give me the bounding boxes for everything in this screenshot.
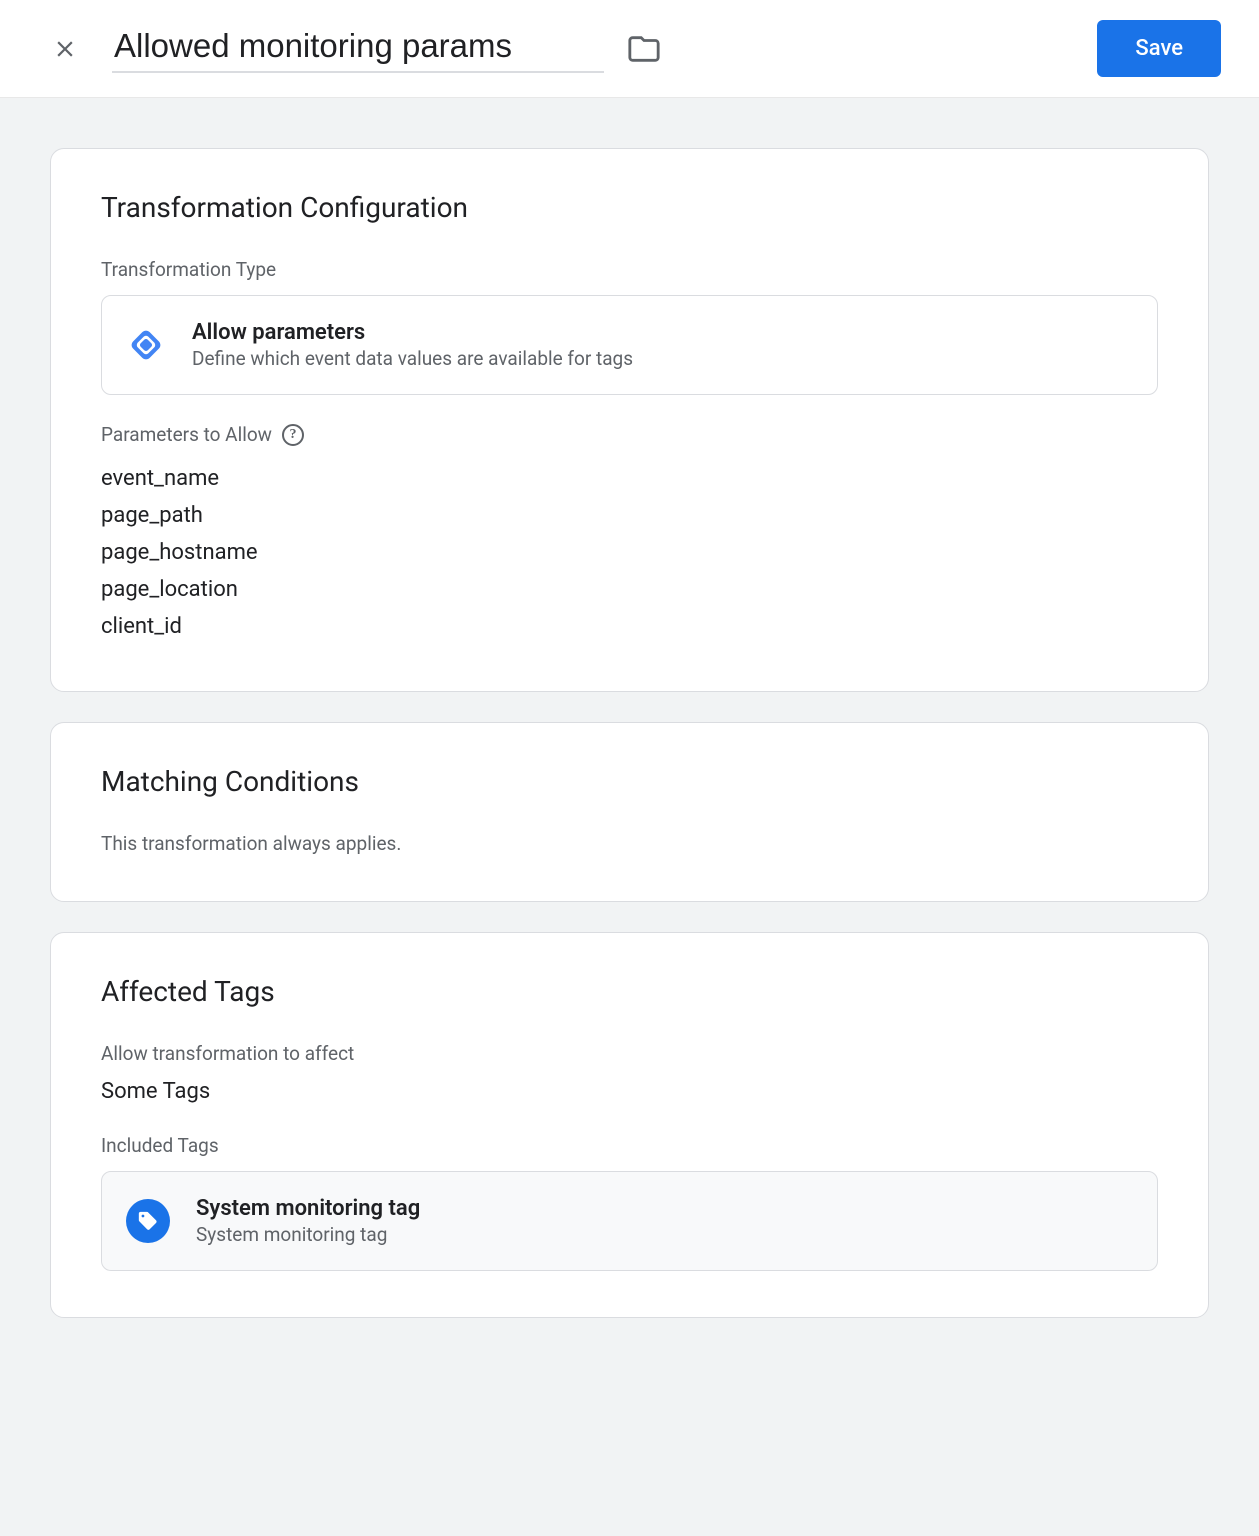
close-icon: [52, 36, 78, 62]
tag-icon: [137, 1210, 159, 1232]
affected-scope-label: Allow transformation to affect: [101, 1042, 1158, 1065]
parameter-item: client_id: [101, 608, 1158, 645]
transformation-type-subtitle: Define which event data values are avail…: [192, 347, 633, 370]
parameter-item: event_name: [101, 460, 1158, 497]
transformation-type-title: Allow parameters: [192, 320, 633, 345]
affected-tags-title: Affected Tags: [101, 975, 1158, 1008]
parameters-list: event_name page_path page_hostname page_…: [101, 460, 1158, 645]
included-tag-subtitle: System monitoring tag: [196, 1223, 420, 1246]
header-bar: Save: [0, 0, 1259, 98]
parameters-label: Parameters to Allow: [101, 423, 272, 446]
title-wrap: [112, 25, 1097, 73]
close-button[interactable]: [48, 32, 82, 66]
included-tag-selector[interactable]: System monitoring tag System monitoring …: [101, 1171, 1158, 1271]
gtm-diamond-icon: [126, 325, 166, 365]
help-icon[interactable]: ?: [282, 424, 304, 446]
transformation-type-texts: Allow parameters Define which event data…: [192, 320, 633, 370]
affected-tags-card[interactable]: Affected Tags Allow transformation to af…: [50, 932, 1209, 1318]
parameters-label-row: Parameters to Allow ?: [101, 423, 1158, 446]
included-tags-section: Included Tags System monitoring tag Syst…: [101, 1134, 1158, 1271]
folder-button[interactable]: [624, 29, 664, 69]
matching-conditions-title: Matching Conditions: [101, 765, 1158, 798]
transformation-card-title: Transformation Configuration: [101, 191, 1158, 224]
folder-icon: [627, 32, 661, 66]
matching-conditions-card[interactable]: Matching Conditions This transformation …: [50, 722, 1209, 902]
save-button[interactable]: Save: [1097, 20, 1221, 77]
included-tag-texts: System monitoring tag System monitoring …: [196, 1196, 420, 1246]
included-tags-label: Included Tags: [101, 1134, 1158, 1157]
title-input[interactable]: [112, 25, 604, 73]
transformation-card[interactable]: Transformation Configuration Transformat…: [50, 148, 1209, 692]
page-body: Transformation Configuration Transformat…: [0, 98, 1259, 1536]
transformation-type-label: Transformation Type: [101, 258, 1158, 281]
parameter-item: page_path: [101, 497, 1158, 534]
included-tag-title: System monitoring tag: [196, 1196, 420, 1221]
parameter-item: page_hostname: [101, 534, 1158, 571]
parameter-item: page_location: [101, 571, 1158, 608]
matching-conditions-description: This transformation always applies.: [101, 832, 1158, 855]
affected-scope-value: Some Tags: [101, 1079, 1158, 1104]
parameters-section: Parameters to Allow ? event_name page_pa…: [101, 423, 1158, 645]
tag-circle-icon: [126, 1199, 170, 1243]
transformation-type-selector[interactable]: Allow parameters Define which event data…: [101, 295, 1158, 395]
